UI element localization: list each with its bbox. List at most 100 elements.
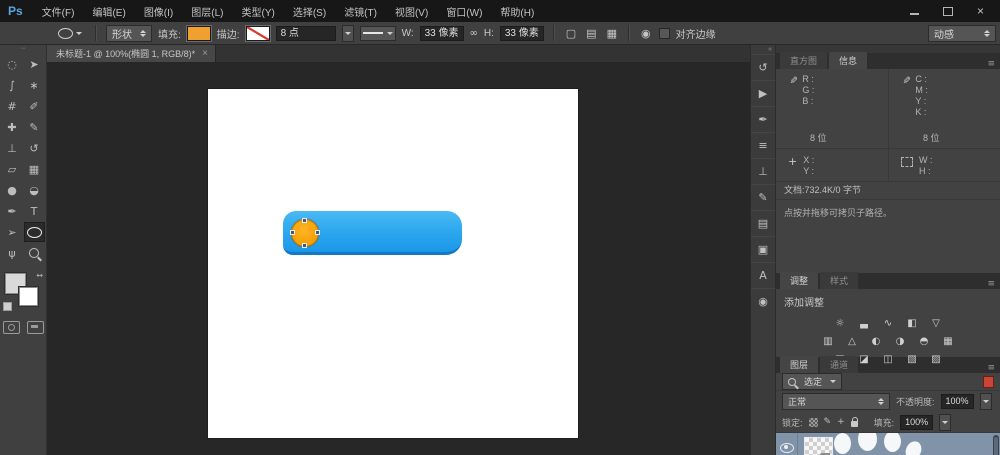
workspace-switcher[interactable]: 动感 bbox=[928, 25, 996, 42]
tab-channels[interactable]: 通道 bbox=[820, 356, 858, 373]
menu-window[interactable]: 窗口(W) bbox=[437, 4, 491, 19]
tool-eyedropper[interactable]: ✐ bbox=[24, 96, 45, 116]
tool-dodge[interactable]: ◒ bbox=[24, 180, 45, 200]
tool-brush[interactable]: ✎ bbox=[24, 117, 45, 137]
link-dimensions-icon[interactable]: ∞ bbox=[470, 28, 478, 39]
tab-adjustments[interactable]: 调整 bbox=[780, 272, 818, 289]
menu-select[interactable]: 选择(S) bbox=[284, 4, 335, 19]
close-button[interactable]: × bbox=[977, 6, 984, 16]
selective-color-icon[interactable]: ▧ bbox=[905, 354, 920, 365]
collapse-dock-icon[interactable]: « bbox=[751, 45, 775, 54]
gradient-map-icon[interactable]: ▨ bbox=[929, 354, 944, 365]
paragraph-panel-icon[interactable]: ▣ bbox=[751, 236, 775, 262]
default-colors-icon[interactable] bbox=[3, 302, 12, 311]
color-balance-icon[interactable]: △ bbox=[845, 336, 860, 347]
brightness-contrast-icon[interactable]: ☼ bbox=[833, 318, 848, 329]
stroke-width-field[interactable]: 8 点 bbox=[276, 26, 336, 41]
stroke-swatch[interactable] bbox=[246, 26, 270, 41]
tab-info[interactable]: 信息 bbox=[829, 52, 867, 69]
tab-layers[interactable]: 图层 bbox=[780, 356, 818, 373]
tab-styles[interactable]: 样式 bbox=[820, 272, 858, 289]
hue-saturation-icon[interactable]: ▥ bbox=[821, 336, 836, 347]
tool-elliptical-marquee[interactable]: ◌ bbox=[2, 54, 23, 74]
threshold-icon[interactable]: ◫ bbox=[881, 354, 896, 365]
tool-move[interactable]: ➤ bbox=[24, 54, 45, 74]
menu-edit[interactable]: 编辑(E) bbox=[83, 4, 134, 19]
stroke-style-dropdown[interactable] bbox=[360, 26, 396, 41]
align-edges-checkbox[interactable] bbox=[659, 28, 670, 39]
layers-scrollbar[interactable] bbox=[993, 435, 999, 455]
minimize-button[interactable] bbox=[910, 13, 919, 15]
tool-presets-panel-icon[interactable]: ✒ bbox=[751, 106, 775, 132]
actions-panel-icon[interactable]: ▶ bbox=[751, 80, 775, 106]
layer-comps-panel-icon[interactable]: ▤ bbox=[751, 210, 775, 236]
properties-panel-icon[interactable]: ≡ bbox=[751, 132, 775, 158]
layer-row-selected[interactable] bbox=[776, 433, 1000, 455]
visibility-cell[interactable] bbox=[776, 433, 798, 455]
fill-field[interactable]: 100% bbox=[900, 415, 933, 430]
character-panel-icon[interactable]: A bbox=[751, 262, 775, 288]
menu-layer[interactable]: 图层(L) bbox=[182, 4, 232, 19]
clone-source-panel-icon[interactable]: ⊥ bbox=[751, 158, 775, 184]
tool-path-selection[interactable]: ➢ bbox=[2, 222, 23, 242]
menu-filter[interactable]: 滤镜(T) bbox=[335, 4, 386, 19]
anchor-point[interactable] bbox=[302, 243, 307, 248]
curves-icon[interactable]: ∿ bbox=[881, 318, 896, 329]
tool-preset-picker[interactable] bbox=[54, 27, 86, 40]
posterize-icon[interactable]: ◪ bbox=[857, 354, 872, 365]
quick-mask-button[interactable] bbox=[3, 321, 20, 334]
panel-grip[interactable]: ▪▪ bbox=[0, 45, 46, 54]
tool-blur[interactable]: ● bbox=[2, 180, 23, 200]
orange-ellipse-shape[interactable] bbox=[291, 219, 319, 247]
brush-presets-panel-icon[interactable]: ✎ bbox=[751, 184, 775, 210]
stroke-width-dropdown[interactable] bbox=[342, 25, 354, 42]
lock-move-icon[interactable]: + bbox=[837, 417, 845, 427]
color-lookup-icon[interactable]: ▦ bbox=[941, 336, 956, 347]
lock-transparency-icon[interactable] bbox=[809, 418, 818, 427]
path-operations-icon[interactable]: ▢ bbox=[564, 27, 578, 40]
tool-healing-brush[interactable]: ✚ bbox=[2, 117, 23, 137]
levels-icon[interactable]: ▃ bbox=[857, 318, 872, 329]
opacity-field[interactable]: 100% bbox=[941, 394, 974, 409]
menu-help[interactable]: 帮助(H) bbox=[491, 4, 543, 19]
width-field[interactable]: 33 像素 bbox=[420, 26, 464, 41]
history-panel-icon[interactable]: ↺ bbox=[751, 54, 775, 80]
tool-clone-stamp[interactable]: ⊥ bbox=[2, 138, 23, 158]
tool-crop[interactable]: # bbox=[2, 96, 23, 116]
height-field[interactable]: 33 像素 bbox=[500, 26, 544, 41]
blue-button-shape[interactable] bbox=[283, 211, 462, 255]
panel-menu-icon[interactable]: ≡ bbox=[987, 279, 1000, 289]
tool-mode-select[interactable]: 形状 bbox=[106, 25, 152, 42]
screen-mode-button[interactable] bbox=[27, 321, 44, 334]
exposure-icon[interactable]: ◧ bbox=[905, 318, 920, 329]
tool-gradient[interactable]: ▦ bbox=[24, 159, 45, 179]
tool-eraser[interactable]: ▱ bbox=[2, 159, 23, 179]
filter-toggle-button[interactable] bbox=[983, 376, 994, 388]
menu-type[interactable]: 类型(Y) bbox=[233, 4, 284, 19]
close-tab-icon[interactable]: × bbox=[202, 48, 208, 59]
menu-image[interactable]: 图像(I) bbox=[135, 4, 182, 19]
tool-ellipse-shape-selected[interactable] bbox=[24, 222, 45, 242]
opacity-dropdown[interactable] bbox=[980, 393, 992, 410]
tool-zoom[interactable] bbox=[24, 243, 45, 263]
fill-dropdown[interactable] bbox=[939, 414, 951, 431]
lock-paint-icon[interactable]: ✎ bbox=[824, 417, 832, 427]
preferences-panel-icon[interactable]: ◉ bbox=[751, 288, 775, 314]
menu-file[interactable]: 文件(F) bbox=[33, 4, 84, 19]
lock-all-icon[interactable] bbox=[851, 421, 858, 427]
anchor-point[interactable] bbox=[290, 230, 295, 235]
background-color[interactable] bbox=[19, 287, 38, 306]
fill-swatch[interactable] bbox=[187, 26, 211, 41]
tool-type[interactable]: T bbox=[24, 201, 45, 221]
photo-filter-icon[interactable]: ◑ bbox=[893, 336, 908, 347]
tool-hand[interactable]: ψ bbox=[2, 243, 23, 263]
path-alignment-icon[interactable]: ▤ bbox=[584, 27, 598, 40]
panel-menu-icon[interactable]: ≡ bbox=[987, 59, 1000, 69]
tool-pen[interactable]: ✒ bbox=[2, 201, 23, 221]
path-arrangement-icon[interactable]: ▦ bbox=[605, 27, 619, 40]
channel-mixer-icon[interactable]: ◓ bbox=[917, 336, 932, 347]
blend-mode-select[interactable]: 正常 bbox=[782, 393, 890, 410]
canvas-surface[interactable] bbox=[208, 89, 578, 438]
layer-filter-select[interactable]: 选定 bbox=[782, 373, 842, 390]
tool-history-brush[interactable]: ↺ bbox=[24, 138, 45, 158]
